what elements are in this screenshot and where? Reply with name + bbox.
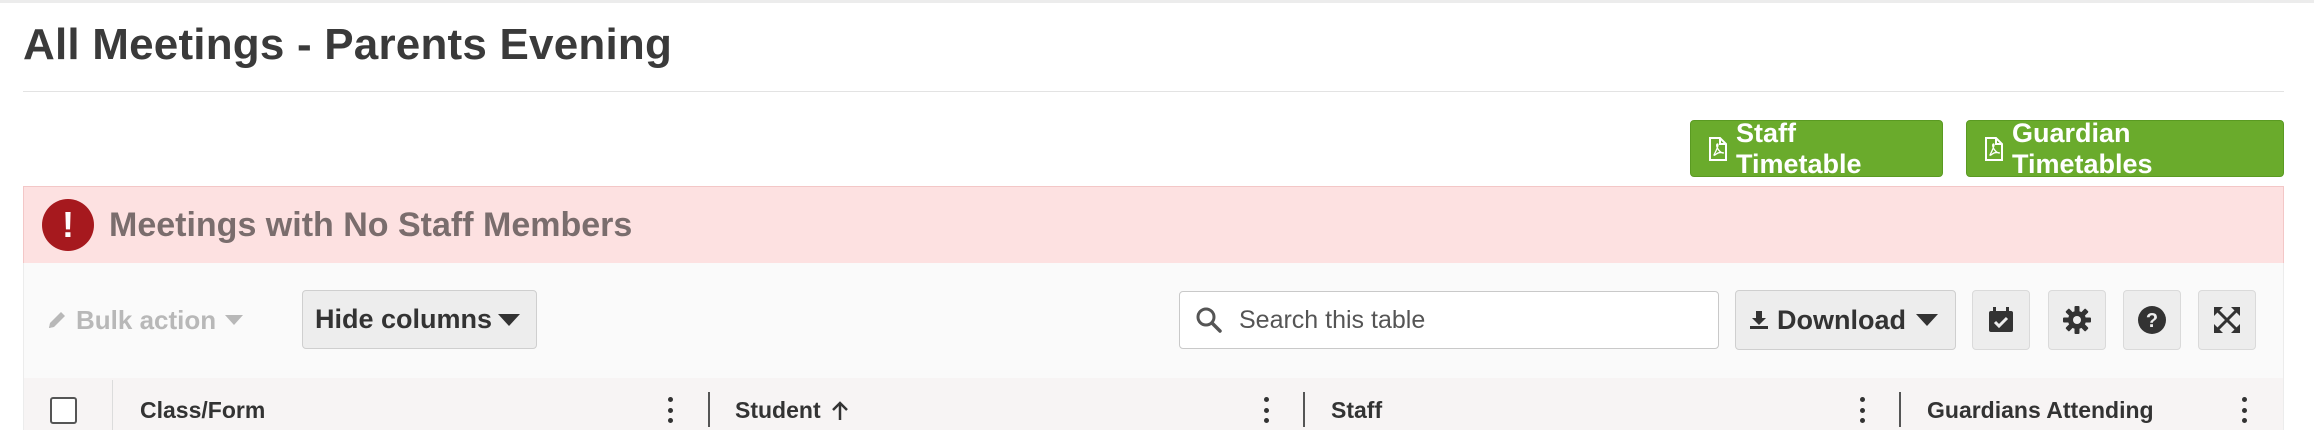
alert-banner: ! Meetings with No Staff Members	[23, 186, 2284, 263]
column-header-label: Guardians Attending	[1927, 397, 2154, 423]
search-input[interactable]	[1239, 305, 1699, 335]
expand-arrows-icon	[2214, 307, 2240, 333]
download-dropdown[interactable]: Download	[1735, 290, 1956, 350]
column-resize-handle[interactable]	[1899, 392, 1901, 427]
help-button[interactable]: ?	[2123, 290, 2181, 350]
caret-down-icon	[225, 315, 244, 325]
caret-down-icon	[1916, 314, 1938, 326]
pdf-file-icon	[1709, 136, 1727, 161]
table-search[interactable]	[1179, 291, 1719, 349]
hide-columns-label: Hide columns	[315, 304, 493, 334]
search-icon	[1196, 307, 1222, 333]
exclamation-circle-icon: !	[42, 199, 94, 251]
caret-down-icon	[498, 314, 520, 326]
staff-timetable-button[interactable]: Staff Timetable	[1690, 117, 1943, 179]
svg-text:?: ?	[2146, 310, 2158, 332]
pencil-icon	[49, 312, 65, 328]
column-header-class-form[interactable]: Class/Form	[140, 397, 265, 424]
pdf-file-icon	[1985, 136, 2003, 161]
column-header-staff[interactable]: Staff	[1331, 397, 1382, 424]
alert-message: Meetings with No Staff Members	[109, 205, 633, 244]
title-divider	[23, 91, 2284, 92]
column-divider	[112, 380, 113, 430]
column-header-label: Student	[735, 397, 821, 423]
question-circle-icon: ?	[2138, 306, 2166, 334]
sort-arrow-up-icon	[831, 400, 848, 420]
column-resize-handle[interactable]	[1303, 392, 1305, 427]
fullscreen-button[interactable]	[2198, 290, 2256, 350]
column-resize-handle[interactable]	[708, 392, 710, 427]
bulk-action-dropdown[interactable]: Bulk action	[46, 304, 244, 336]
column-header-label: Class/Form	[140, 397, 266, 423]
column-menu-kebab-icon[interactable]	[1263, 397, 1269, 423]
top-border	[0, 0, 2314, 3]
column-header-student[interactable]: Student	[735, 397, 849, 424]
download-icon	[1750, 311, 1768, 329]
bulk-action-label: Bulk action	[76, 304, 217, 335]
column-menu-kebab-icon[interactable]	[667, 397, 673, 423]
gear-icon	[2063, 306, 2091, 334]
page-title: All Meetings - Parents Evening	[23, 20, 673, 69]
column-header-label: Staff	[1331, 397, 1383, 423]
guardian-timetables-label: Guardian Timetables	[2012, 117, 2153, 179]
settings-button[interactable]	[2048, 290, 2106, 350]
select-all-checkbox[interactable]	[50, 397, 77, 424]
hide-columns-button[interactable]: Hide columns	[302, 290, 537, 349]
calendar-check-icon	[1989, 307, 2013, 332]
calendar-check-button[interactable]	[1972, 290, 2030, 350]
column-header-guardians-attending[interactable]: Guardians Attending	[1927, 397, 2154, 424]
download-label: Download	[1777, 304, 1906, 335]
column-menu-kebab-icon[interactable]	[2241, 397, 2247, 423]
column-menu-kebab-icon[interactable]	[1859, 397, 1865, 423]
guardian-timetables-button[interactable]: Guardian Timetables	[1966, 117, 2284, 179]
staff-timetable-label: Staff Timetable	[1736, 117, 1862, 179]
